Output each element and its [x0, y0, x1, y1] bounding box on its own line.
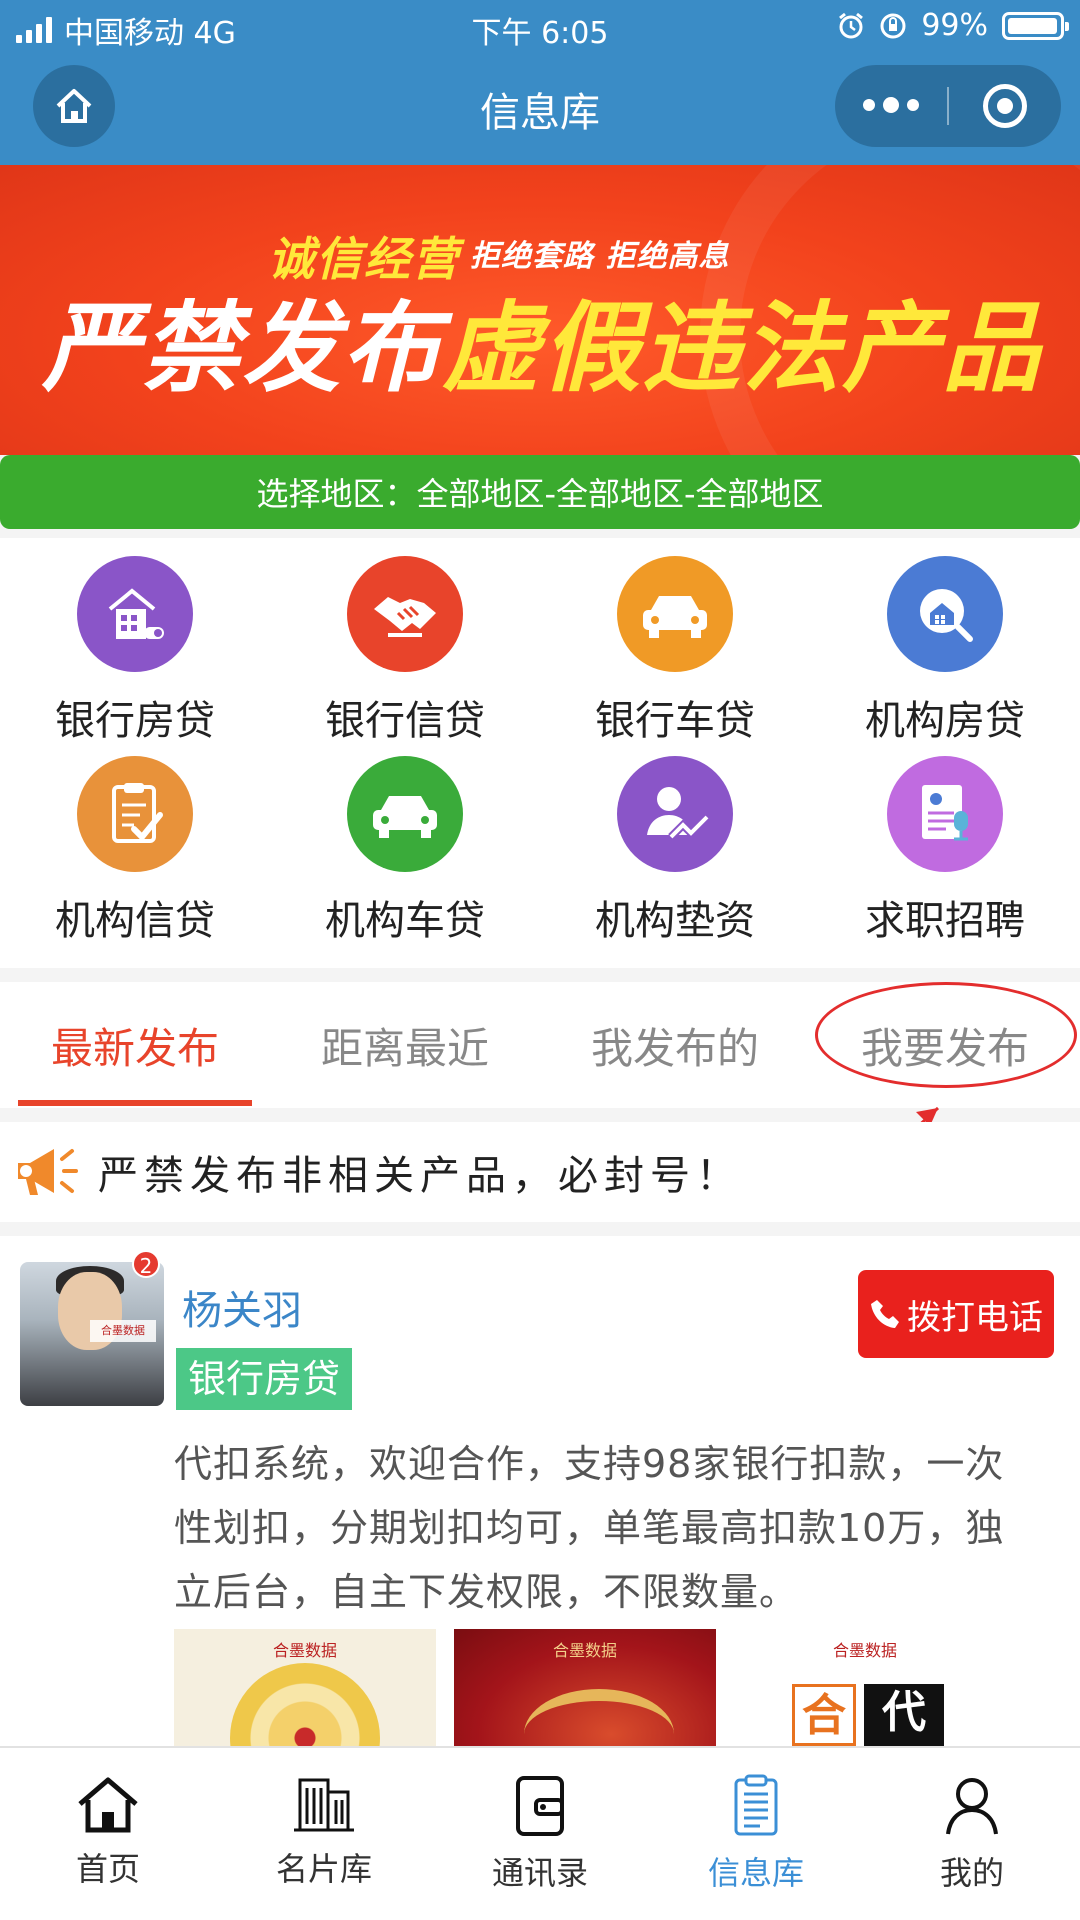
active-tab-indicator [18, 1100, 252, 1106]
category-jobs[interactable]: 求职招聘 [810, 756, 1080, 956]
nav-card-library[interactable]: 名片库 [216, 1748, 432, 1920]
bank-house-icon [77, 556, 193, 672]
mini-program-capsule [835, 65, 1061, 147]
alarm-icon [839, 12, 864, 38]
avatar-brand-label: 合墨数据 [90, 1320, 156, 1342]
bottom-nav: 首页 名片库 通讯录 信息库 我的 [0, 1746, 1080, 1920]
notice-text: 严禁发布非相关产品，必封号！ [98, 1153, 742, 1199]
post-image-1[interactable]: 合墨数据 [174, 1629, 436, 1746]
avatar[interactable]: 合墨数据 [20, 1262, 164, 1406]
post-card[interactable]: 合墨数据 2 杨关羽 银行房贷 拨打电话 代扣系统，欢迎合作，支持98家银行扣款… [0, 1236, 1080, 1746]
notice-bar: 严禁发布非相关产品，必封号！ [0, 1122, 1080, 1222]
nav-profile[interactable]: 我的 [864, 1748, 1080, 1920]
battery-icon [1002, 11, 1069, 40]
clipboard-list-icon [734, 1774, 778, 1836]
clipboard-check-icon [77, 756, 193, 872]
annotation-circle [815, 982, 1077, 1088]
home-icon [78, 1777, 138, 1833]
status-bar: 中国移动 4G 下午 6:05 99% [0, 0, 1080, 52]
category-grid: 银行房贷 银行信贷 银行车贷 机构房贷 机构信贷 机构车贷 机构垫资 求职招聘 [0, 538, 1080, 968]
person-chart-icon [617, 756, 733, 872]
more-menu-button[interactable] [835, 97, 947, 113]
category-agency-mortgage[interactable]: 机构房贷 [810, 556, 1080, 756]
handshake-icon [347, 556, 463, 672]
category-bank-car-loan[interactable]: 银行车贷 [540, 556, 810, 756]
megaphone-icon [18, 1149, 78, 1195]
banner-headline: 严禁发布虚假违法产品 [42, 292, 1043, 406]
nav-home[interactable]: 首页 [0, 1748, 216, 1920]
rotation-lock-icon [880, 13, 906, 38]
nav-info-library[interactable]: 信息库 [648, 1748, 864, 1920]
category-bank-mortgage[interactable]: 银行房贷 [0, 556, 270, 756]
phone-icon [871, 1300, 899, 1328]
unread-badge: 2 [132, 1250, 160, 1278]
category-agency-credit[interactable]: 机构信贷 [0, 756, 270, 956]
building-icon [294, 1778, 354, 1832]
wallet-icon [516, 1776, 564, 1836]
car-icon [617, 556, 733, 672]
category-bank-credit[interactable]: 银行信贷 [270, 556, 540, 756]
region-selector[interactable]: 选择地区：全部地区-全部地区-全部地区 [0, 455, 1080, 529]
top-bar: 中国移动 4G 下午 6:05 99% 信息库 [0, 0, 1080, 165]
battery-percent: 99% [921, 8, 988, 43]
post-image-3[interactable]: 合墨数据 合 代 [734, 1629, 996, 1746]
tab-nearest[interactable]: 距离最近 [270, 982, 540, 1108]
car-icon [347, 756, 463, 872]
promo-banner[interactable]: 诚信经营 拒绝套路 拒绝高息 严禁发布虚假违法产品 [0, 165, 1080, 455]
category-agency-advance[interactable]: 机构垫资 [540, 756, 810, 956]
category-tag: 银行房贷 [176, 1348, 353, 1410]
tab-my-posts[interactable]: 我发布的 [540, 982, 810, 1108]
post-description: 代扣系统，欢迎合作，支持98家银行扣款，一次性划扣，分期划扣均可，单笔最高扣款1… [174, 1442, 1005, 1614]
category-agency-car-loan[interactable]: 机构车贷 [270, 756, 540, 956]
close-program-button[interactable] [949, 84, 1061, 128]
resume-icon [887, 756, 1003, 872]
nav-contacts[interactable]: 通讯录 [432, 1748, 648, 1920]
post-image-2[interactable]: 合墨数据 [454, 1629, 716, 1746]
user-icon [946, 1778, 998, 1835]
tab-latest[interactable]: 最新发布 [0, 982, 270, 1108]
target-icon [983, 84, 1027, 128]
call-button[interactable]: 拨打电话 [858, 1270, 1054, 1358]
post-images: 合墨数据 合墨数据 合墨数据 合 代 [174, 1629, 996, 1746]
house-search-icon [887, 556, 1003, 672]
poster-name[interactable]: 杨关羽 [182, 1278, 302, 1336]
